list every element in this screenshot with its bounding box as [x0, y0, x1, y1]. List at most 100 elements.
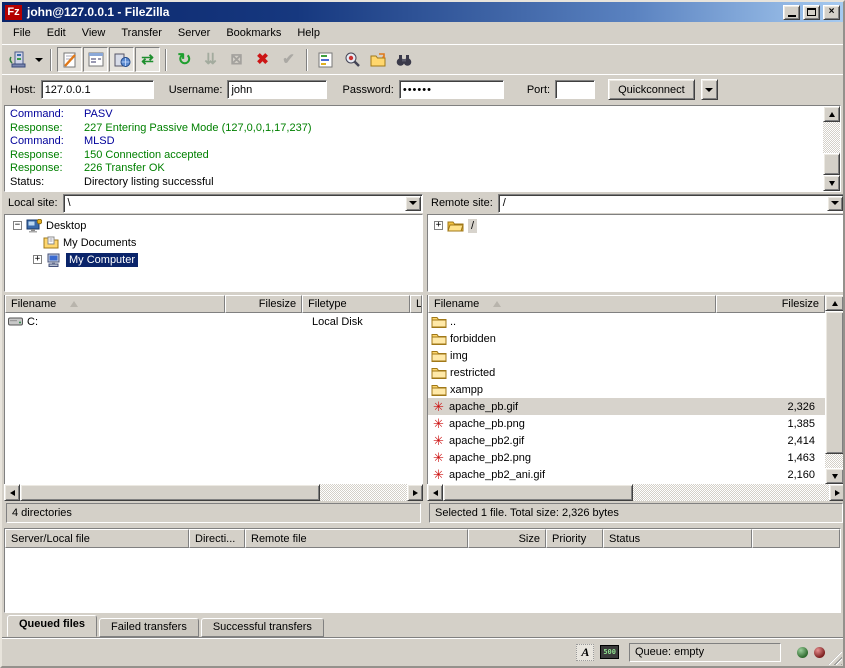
toggle-local-tree-button[interactable]	[83, 47, 108, 72]
status-bar: A 500 Queue: empty	[2, 637, 843, 666]
column-header-filetype[interactable]: Filetype	[302, 295, 410, 313]
menu-bookmarks[interactable]: Bookmarks	[218, 24, 289, 42]
minimize-button[interactable]	[783, 5, 800, 20]
file-row[interactable]: ✳ apache_pb2_ani.gif 2,160	[428, 466, 825, 483]
local-file-list: Filename Filesize Filetype L C:	[4, 295, 423, 484]
folder-icon	[431, 367, 447, 379]
local-site-combo[interactable]: \	[63, 194, 423, 213]
file-row-local-c-drive[interactable]: C: Local Disk	[5, 313, 422, 330]
username-input[interactable]	[227, 80, 327, 99]
file-row[interactable]: xampp	[428, 381, 825, 398]
tree-item-root[interactable]: + /	[428, 217, 844, 234]
column-header-server-local-file[interactable]: Server/Local file	[5, 529, 189, 548]
abort-button[interactable]: ✔	[276, 47, 301, 72]
scroll-right-button[interactable]	[829, 484, 845, 501]
local-horizontal-scrollbar[interactable]	[4, 484, 423, 501]
message-log-lines: Command:PASV Response:227 Entering Passi…	[6, 107, 822, 190]
column-header-filesize[interactable]: Filesize	[716, 295, 825, 313]
refresh-icon: ↻	[177, 51, 191, 68]
file-row[interactable]: img	[428, 347, 825, 364]
toggle-message-log-button[interactable]	[57, 47, 82, 72]
tree-item-desktop[interactable]: − Desktop	[5, 217, 422, 234]
menu-view[interactable]: View	[74, 24, 114, 42]
port-input[interactable]	[555, 80, 595, 99]
site-manager-dropdown[interactable]	[32, 47, 45, 72]
maximize-button[interactable]	[803, 5, 820, 20]
tree-item-my-computer[interactable]: + My Computer	[5, 251, 422, 268]
scroll-down-button[interactable]	[825, 468, 844, 484]
toggle-remote-tree-button[interactable]	[109, 47, 134, 72]
column-header-blank	[752, 529, 840, 548]
file-row[interactable]: ✳ apache_pb2.png 1,463	[428, 449, 825, 466]
remote-site-combo[interactable]: /	[498, 194, 845, 213]
scroll-up-button[interactable]	[823, 106, 840, 122]
column-header-filesize[interactable]: Filesize	[225, 295, 302, 313]
process-queue-button[interactable]: ⇊	[198, 47, 223, 72]
chevron-down-icon	[831, 201, 839, 205]
synchronized-browsing-button[interactable]	[365, 47, 390, 72]
scrollbar-thumb[interactable]	[443, 484, 633, 501]
log-vertical-scrollbar[interactable]	[823, 106, 840, 191]
tree-item-my-documents[interactable]: My Documents	[5, 234, 422, 251]
local-site-combo-button[interactable]	[405, 196, 421, 211]
remote-vertical-scrollbar[interactable]	[825, 295, 844, 484]
filter-button[interactable]	[313, 47, 338, 72]
menu-transfer[interactable]: Transfer	[113, 24, 170, 42]
datatype-indicator-icon: A	[576, 644, 594, 661]
column-label: Filename	[434, 298, 479, 310]
column-header-direction[interactable]: Directi...	[189, 529, 245, 548]
toggle-transfer-queue-button[interactable]: ⇄	[135, 47, 160, 72]
remote-horizontal-scrollbar[interactable]	[427, 484, 845, 501]
disconnect-button[interactable]: ✖	[250, 47, 275, 72]
column-header-last-modified[interactable]: L	[410, 295, 422, 313]
menu-help[interactable]: Help	[289, 24, 328, 42]
find-files-button[interactable]	[391, 47, 416, 72]
tab-queued-files[interactable]: Queued files	[7, 615, 97, 637]
quickconnect-dropdown[interactable]	[701, 79, 718, 100]
remote-tree-icon	[113, 51, 131, 69]
menu-file[interactable]: File	[5, 24, 39, 42]
file-row[interactable]: restricted	[428, 364, 825, 381]
column-header-size[interactable]: Size	[468, 529, 546, 548]
file-row-selected[interactable]: ✳ apache_pb.gif 2,326	[428, 398, 825, 415]
remote-site-combo-button[interactable]	[827, 196, 843, 211]
file-row[interactable]: ✳ apache_pb2.gif 2,414	[428, 432, 825, 449]
password-input[interactable]	[399, 80, 504, 99]
scrollbar-thumb[interactable]	[20, 484, 320, 501]
file-row[interactable]: forbidden	[428, 330, 825, 347]
scroll-right-button[interactable]	[407, 484, 423, 501]
column-header-filename[interactable]: Filename	[5, 295, 225, 313]
host-input[interactable]	[41, 80, 154, 99]
compare-icon	[343, 51, 361, 69]
tab-failed-transfers[interactable]: Failed transfers	[99, 618, 199, 637]
close-button[interactable]: ×	[823, 5, 840, 20]
file-row[interactable]: ✳ apache_pb.png 1,385	[428, 415, 825, 432]
arrow-left-icon	[10, 490, 15, 496]
site-manager-button[interactable]	[6, 47, 31, 72]
column-header-filename[interactable]: Filename	[428, 295, 716, 313]
column-header-priority[interactable]: Priority	[546, 529, 603, 548]
folder-icon	[431, 316, 447, 328]
scrollbar-thumb[interactable]	[823, 153, 840, 175]
scroll-left-button[interactable]	[427, 484, 443, 501]
column-header-remote-file[interactable]: Remote file	[245, 529, 468, 548]
scrollbar-thumb[interactable]	[825, 311, 844, 454]
refresh-button[interactable]: ↻	[172, 47, 197, 72]
scroll-up-button[interactable]	[825, 295, 844, 311]
menu-server[interactable]: Server	[170, 24, 218, 42]
menu-edit[interactable]: Edit	[39, 24, 74, 42]
compare-directories-button[interactable]	[339, 47, 364, 72]
resize-grip[interactable]	[828, 651, 842, 665]
column-header-status[interactable]: Status	[603, 529, 752, 548]
tab-successful-transfers[interactable]: Successful transfers	[201, 618, 324, 637]
cancel-operation-button[interactable]: ⊠	[224, 47, 249, 72]
file-row[interactable]: ..	[428, 313, 825, 330]
expand-icon[interactable]: +	[434, 221, 443, 230]
log-label: Command:	[6, 135, 84, 149]
quickconnect-button[interactable]: Quickconnect	[608, 79, 695, 100]
scroll-down-button[interactable]	[823, 175, 840, 191]
column-label: Remote file	[251, 533, 307, 545]
scroll-left-button[interactable]	[4, 484, 20, 501]
collapse-icon[interactable]: −	[13, 221, 22, 230]
expand-icon[interactable]: +	[33, 255, 42, 264]
